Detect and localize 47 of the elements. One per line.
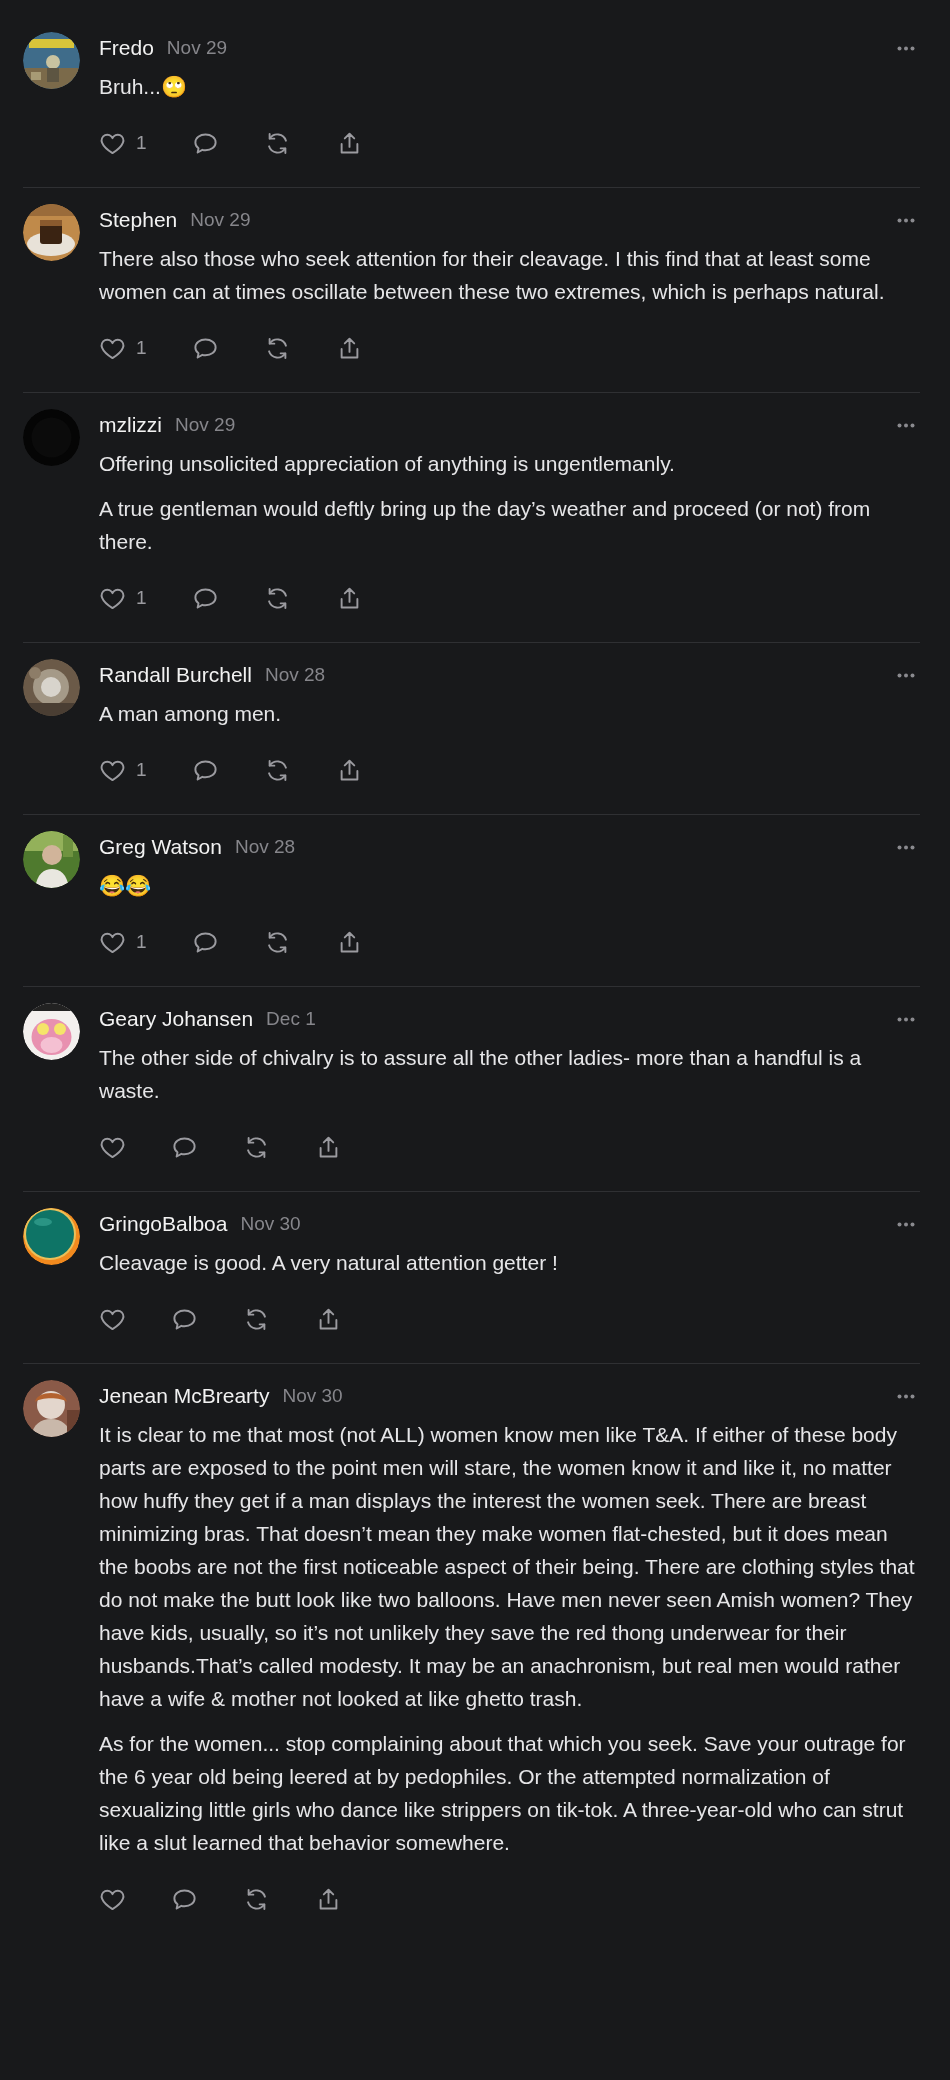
comment-date: Nov 30 bbox=[282, 1385, 343, 1407]
more-icon bbox=[897, 672, 915, 678]
more-icon bbox=[897, 1016, 915, 1022]
author-name[interactable]: GringoBalboa bbox=[99, 1212, 228, 1236]
comment-text: Offering unsolicited appreciation of anything is ungentlemanly. bbox=[99, 451, 676, 477]
more-button[interactable] bbox=[897, 1221, 915, 1227]
author-name[interactable]: Stephen bbox=[99, 208, 178, 232]
more-icon bbox=[897, 422, 915, 428]
more-button[interactable] bbox=[897, 422, 915, 428]
comment-text: There also those who seek attention for their cleavage. I this find that at least some women can at times oscillate between these two extremes, which is perhaps natural. bbox=[99, 246, 886, 305]
like-button[interactable]: 1 bbox=[99, 334, 147, 362]
comment-date: Nov 28 bbox=[264, 664, 326, 686]
author-name[interactable]: Greg Watson bbox=[99, 835, 222, 859]
more-button[interactable] bbox=[897, 1016, 915, 1022]
comment-text: It is clear to me that most (not ALL) women know men like T&A. If either of these body parts are exposed to the point men will stare, the women know it and like it, no matter how huffy they get if a man displays the interest the women seek. There are breast minimizing bras. That doesn’t mean they make women flat-chested, but it does mean the boobs are not the first noticeable aspect of their being. There are clothing styles that do not make the butt look like two balloons. Have men never seen Amish women? They have kids, usually, so it’s not unlikely they save the red thong underwear for their husbands.That’s called modesty. It may be an anachronism, but real men would rather have a wife & mother not looked at like ghetto trash. bbox=[99, 1422, 916, 1712]
more-button[interactable] bbox=[897, 1393, 915, 1399]
comment-text: As for the women... stop complaining about that which you seek. Save your outrage for the 6 year old being leered at by pedophiles. Or the attempted normalization of sexualizing little girls who dance like strippers on tik-tok. A three-year-old who can strut like a slut learned that behavior somewhere. bbox=[99, 1731, 907, 1856]
more-icon bbox=[897, 844, 915, 850]
author-name[interactable]: mzlizzi bbox=[99, 413, 162, 437]
comment-text: The other side of chivalry is to assure all the other ladies- more than a handful is a waste. bbox=[99, 1045, 863, 1104]
more-icon bbox=[897, 217, 915, 223]
comment-text: 😂😂 bbox=[99, 873, 152, 899]
more-button[interactable] bbox=[897, 45, 915, 51]
like-button[interactable]: 1 bbox=[99, 756, 147, 784]
like-button[interactable]: 1 bbox=[99, 129, 147, 157]
more-icon bbox=[897, 1393, 915, 1399]
more-button[interactable] bbox=[897, 844, 915, 850]
comment-date: Nov 29 bbox=[166, 37, 228, 59]
comment-text: Cleavage is good. A very natural attention getter ! bbox=[99, 1250, 559, 1276]
comment-date: Nov 29 bbox=[175, 414, 236, 436]
like-button[interactable]: 1 bbox=[99, 584, 147, 612]
comment-date: Nov 29 bbox=[190, 209, 251, 231]
more-button[interactable] bbox=[897, 217, 915, 223]
more-icon bbox=[897, 1221, 915, 1227]
comment-date: Nov 28 bbox=[234, 836, 296, 858]
comment-text: A man among men. bbox=[99, 701, 283, 727]
comment-date: Nov 30 bbox=[240, 1213, 301, 1235]
author-name[interactable]: Jenean McBrearty bbox=[99, 1384, 270, 1408]
author-name[interactable]: Randall Burchell bbox=[99, 663, 252, 687]
comment-text: A true gentleman would deftly bring up the day’s weather and proceed (or not) from there. bbox=[99, 496, 872, 555]
comment-date: Dec 1 bbox=[266, 1008, 316, 1030]
author-name[interactable]: Fredo bbox=[99, 36, 154, 60]
author-name[interactable]: Geary Johansen bbox=[99, 1007, 254, 1031]
more-button[interactable] bbox=[897, 672, 915, 678]
like-button[interactable]: 1 bbox=[99, 928, 147, 956]
comment-text: Bruh...🙄 bbox=[99, 74, 188, 100]
more-icon bbox=[897, 45, 915, 51]
